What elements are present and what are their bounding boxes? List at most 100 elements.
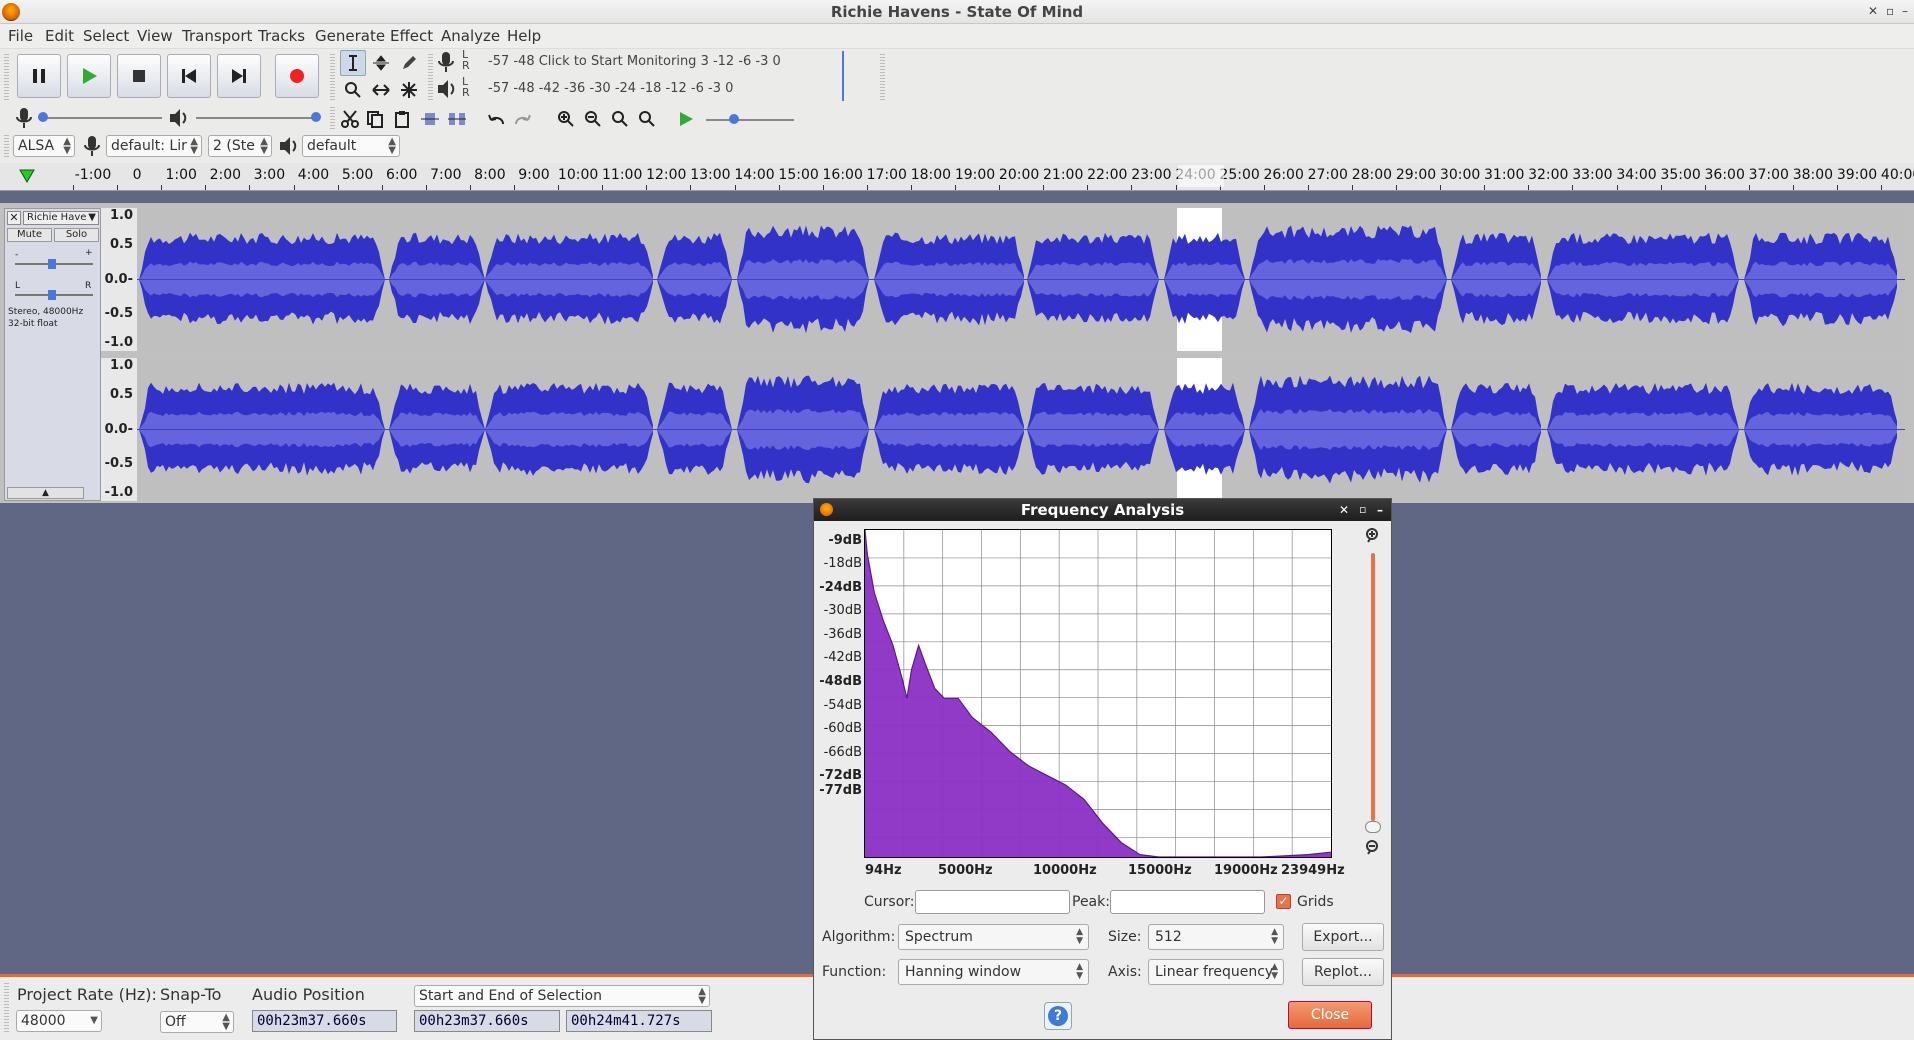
pause-button[interactable]: [17, 54, 61, 98]
function-select[interactable]: Hanning window ▲ ▼: [898, 959, 1089, 985]
selection-start-field[interactable]: 00h23m37.660s: [414, 1010, 560, 1032]
menu-edit[interactable]: Edit: [45, 27, 74, 45]
playback-volume-thumb[interactable]: [311, 112, 321, 122]
axis-select[interactable]: Linear frequency ▲ ▼: [1148, 959, 1284, 985]
zoom-out-icon[interactable]: [1364, 839, 1382, 857]
help-button[interactable]: ?: [1044, 1002, 1072, 1030]
zoom-out-button[interactable]: [580, 106, 606, 132]
close-button[interactable]: Close: [1288, 1001, 1372, 1029]
ruler-selection-region[interactable]: [1178, 165, 1224, 187]
draw-tool[interactable]: [396, 50, 422, 76]
fit-selection-button[interactable]: [607, 106, 633, 132]
redo-button[interactable]: [510, 106, 536, 132]
toolbar-grip[interactable]: [880, 54, 885, 102]
track-control-panel[interactable]: ✕ Richie Have ▼ Mute Solo - + L R Stereo,…: [4, 208, 101, 501]
ruler-tick-mark: [1440, 185, 1442, 190]
menu-tracks[interactable]: Tracks: [258, 27, 305, 45]
close-window-icon[interactable]: ✕: [1868, 4, 1878, 18]
timeline-ruler[interactable]: -1:00 0 1:00 2:00 3:00 4:00 5:00 6:00 7:00 8:00 9:…: [0, 163, 1914, 191]
menu-analyze[interactable]: Analyze: [441, 27, 500, 45]
copy-button[interactable]: [362, 106, 388, 132]
recording-device-select[interactable]: default: Lir ▲ ▼: [106, 135, 202, 157]
dialog-close-icon[interactable]: ✕: [1339, 499, 1349, 521]
peak-field[interactable]: [1110, 890, 1265, 914]
selection-tool[interactable]: [340, 50, 366, 76]
play-speed-thumb[interactable]: [729, 114, 739, 124]
play-button[interactable]: [67, 54, 111, 98]
vertical-zoom-thumb[interactable]: [1365, 821, 1381, 833]
minimize-window-icon[interactable]: –: [1902, 4, 1908, 18]
toolbar-grip[interactable]: [330, 107, 335, 131]
menu-transport[interactable]: Transport: [182, 27, 252, 45]
dialog-minimize-icon[interactable]: –: [1377, 499, 1383, 521]
menu-help[interactable]: Help: [507, 27, 541, 45]
cursor-field[interactable]: [915, 890, 1070, 914]
waveform-left-channel[interactable]: [137, 208, 1905, 351]
size-select[interactable]: 512 ▲ ▼: [1148, 924, 1284, 950]
playback-volume-slider[interactable]: [196, 117, 316, 119]
close-track-icon[interactable]: ✕: [7, 211, 21, 225]
solo-button[interactable]: Solo: [54, 228, 99, 242]
selection-mode-select[interactable]: Start and End of Selection ▲ ▼: [414, 985, 710, 1007]
toolbar-grip[interactable]: [4, 983, 9, 1033]
menu-generate[interactable]: Generate: [315, 27, 385, 45]
channels-select[interactable]: 2 (Ste ▲ ▼: [208, 135, 272, 157]
record-meter[interactable]: L R -57 -48 Click to Start Monitoring 3 …: [458, 49, 878, 76]
envelope-tool[interactable]: [368, 50, 394, 76]
pinned-play-head-icon[interactable]: [18, 167, 36, 185]
undo-button[interactable]: [483, 106, 509, 132]
multi-tool[interactable]: [396, 77, 422, 103]
maximize-window-icon[interactable]: ▫: [1886, 4, 1894, 18]
dialog-titlebar[interactable]: Frequency Analysis ✕ ▫ –: [814, 499, 1391, 521]
pencil-icon: [403, 56, 416, 69]
gain-slider-thumb[interactable]: [48, 259, 56, 269]
spectrum-plot[interactable]: [864, 529, 1332, 858]
audio-host-select[interactable]: ALSA ▲ ▼: [13, 135, 75, 157]
stop-button[interactable]: [117, 54, 161, 98]
menu-view[interactable]: View: [137, 27, 173, 45]
zoom-fit-icon: [639, 111, 655, 127]
menu-effect[interactable]: Effect: [390, 27, 433, 45]
playback-meter[interactable]: L R -57 -48 -42 -36 -30 -24 -18 -12 -6 -…: [458, 76, 878, 103]
record-button[interactable]: [275, 54, 319, 98]
timeshift-tool[interactable]: [368, 77, 394, 103]
play-at-speed-button[interactable]: [673, 106, 699, 132]
zoom-tool[interactable]: [340, 77, 366, 103]
paste-button[interactable]: [389, 106, 415, 132]
menu-file[interactable]: File: [8, 27, 33, 45]
vertical-zoom-slider[interactable]: [1371, 553, 1375, 821]
selection-end-field[interactable]: 00h24m41.727s: [566, 1010, 712, 1032]
mute-button[interactable]: Mute: [7, 228, 52, 242]
collapse-track-button[interactable]: ▲: [7, 487, 84, 499]
asterisk-icon: [401, 82, 417, 98]
audio-position-field[interactable]: 00h23m37.660s: [252, 1010, 397, 1032]
dialog-maximize-icon[interactable]: ▫: [1359, 499, 1366, 521]
zoom-in-button[interactable]: [553, 106, 579, 132]
toolbar-grip[interactable]: [330, 54, 335, 102]
pan-slider-thumb[interactable]: [48, 290, 56, 300]
recording-volume-thumb[interactable]: [38, 112, 48, 122]
toolbar-grip[interactable]: [4, 135, 9, 159]
project-rate-select[interactable]: 48000 ▼: [16, 1010, 102, 1032]
play-at-speed-icon: [680, 112, 693, 126]
grids-checkbox[interactable]: ✓: [1276, 894, 1291, 909]
export-button[interactable]: Export...: [1302, 923, 1384, 951]
play-speed-slider[interactable]: [706, 119, 794, 121]
playback-device-select[interactable]: default ▲ ▼: [302, 135, 400, 157]
waveform-right-channel[interactable]: [137, 358, 1905, 501]
cut-button[interactable]: [337, 106, 363, 132]
trim-button[interactable]: [417, 106, 443, 132]
silence-button[interactable]: [444, 106, 470, 132]
snap-to-select[interactable]: Off ▲ ▼: [160, 1011, 234, 1033]
fit-project-button[interactable]: [634, 106, 660, 132]
replot-button[interactable]: Replot...: [1302, 958, 1384, 986]
menu-select[interactable]: Select: [83, 27, 129, 45]
skip-to-end-button[interactable]: [217, 54, 261, 98]
algorithm-select[interactable]: Spectrum ▲ ▼: [898, 924, 1089, 950]
skip-to-start-button[interactable]: [167, 54, 211, 98]
zoom-in-icon[interactable]: [1364, 527, 1382, 545]
toolbar-grip[interactable]: [4, 54, 9, 102]
track-name-menu[interactable]: Richie Have ▼: [23, 211, 99, 225]
recording-volume-slider[interactable]: [40, 117, 162, 119]
toolbar-grip[interactable]: [428, 54, 433, 102]
